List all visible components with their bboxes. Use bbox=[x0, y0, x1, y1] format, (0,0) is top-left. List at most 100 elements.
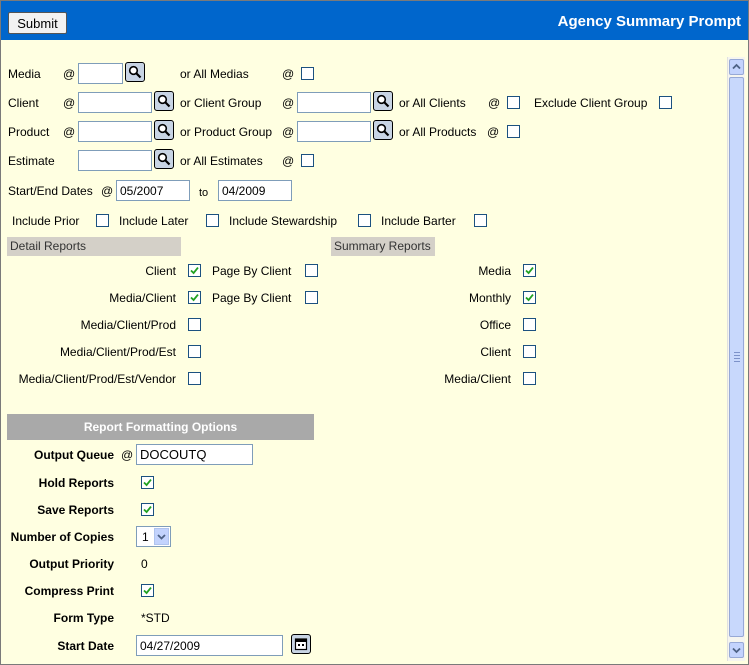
include-prior-checkbox[interactable] bbox=[96, 214, 109, 227]
summary-client-label: Client bbox=[480, 345, 511, 359]
check-icon bbox=[190, 294, 199, 302]
output-queue-input[interactable] bbox=[136, 444, 253, 465]
chevron-down-icon bbox=[732, 647, 741, 654]
all-medias-checkbox[interactable] bbox=[301, 67, 314, 80]
detail-media-client-checkbox[interactable] bbox=[188, 291, 201, 304]
all-estimates-checkbox[interactable] bbox=[301, 154, 314, 167]
summary-media-checkbox[interactable] bbox=[523, 264, 536, 277]
media-input[interactable] bbox=[78, 63, 123, 84]
header-bar: Submit Agency Summary Prompt bbox=[1, 1, 748, 40]
dates-at-symbol: @ bbox=[101, 184, 114, 198]
include-later-checkbox[interactable] bbox=[206, 214, 219, 227]
all-estimates-label: or All Estimates bbox=[180, 154, 263, 168]
all-products-checkbox[interactable] bbox=[507, 125, 520, 138]
estimate-label: Estimate bbox=[8, 154, 55, 168]
summary-media-label: Media bbox=[478, 264, 511, 278]
output-queue-at-symbol: @ bbox=[121, 448, 134, 462]
detail-client-checkbox[interactable] bbox=[188, 264, 201, 277]
start-date-label: Start Date bbox=[57, 639, 114, 653]
exclude-client-group-checkbox[interactable] bbox=[659, 96, 672, 109]
magnifier-icon bbox=[157, 94, 171, 108]
product-input[interactable] bbox=[78, 121, 152, 142]
summary-media-client-checkbox[interactable] bbox=[523, 372, 536, 385]
all-estimates-at-symbol: @ bbox=[282, 154, 295, 168]
product-lookup-button[interactable] bbox=[154, 120, 174, 140]
vertical-scrollbar[interactable] bbox=[727, 57, 745, 661]
start-period-input[interactable] bbox=[116, 180, 190, 201]
grip-line bbox=[734, 352, 740, 353]
start-date-input[interactable] bbox=[136, 635, 283, 656]
client-group-input[interactable] bbox=[297, 92, 371, 113]
summary-monthly-label: Monthly bbox=[468, 291, 511, 305]
summary-office-checkbox[interactable] bbox=[523, 318, 536, 331]
submit-button[interactable]: Submit bbox=[8, 12, 67, 34]
summary-media-client-label: Media/Client bbox=[444, 372, 511, 386]
start-date-calendar-button[interactable] bbox=[291, 634, 311, 654]
check-icon bbox=[525, 267, 534, 275]
magnifier-icon bbox=[376, 123, 390, 137]
all-clients-checkbox[interactable] bbox=[507, 96, 520, 109]
magnifier-icon bbox=[157, 123, 171, 137]
detail-media-client-prod-est-vendor-checkbox[interactable] bbox=[188, 372, 201, 385]
include-barter-label: Include Barter bbox=[381, 214, 456, 228]
scroll-down-button[interactable] bbox=[729, 642, 744, 658]
hold-reports-checkbox[interactable] bbox=[141, 476, 154, 489]
all-clients-label: or All Clients bbox=[399, 96, 466, 110]
product-group-lookup-button[interactable] bbox=[373, 120, 393, 140]
detail-media-client-page-by-client-label: Page By Client bbox=[212, 291, 292, 305]
summary-monthly-checkbox[interactable] bbox=[523, 291, 536, 304]
check-icon bbox=[143, 587, 152, 595]
grip-line bbox=[734, 361, 740, 362]
summary-reports-header: Summary Reports bbox=[331, 237, 435, 256]
to-label: to bbox=[199, 187, 209, 199]
page-title: Agency Summary Prompt bbox=[557, 13, 741, 30]
media-lookup-button[interactable] bbox=[125, 62, 145, 82]
client-lookup-button[interactable] bbox=[154, 91, 174, 111]
summary-client-checkbox[interactable] bbox=[523, 345, 536, 358]
estimate-lookup-button[interactable] bbox=[154, 149, 174, 169]
include-barter-checkbox[interactable] bbox=[474, 214, 487, 227]
detail-media-client-label: Media/Client bbox=[109, 291, 176, 305]
detail-media-client-prod-checkbox[interactable] bbox=[188, 318, 201, 331]
form-type-value: *STD bbox=[141, 611, 170, 625]
media-label: Media bbox=[8, 67, 41, 81]
check-icon bbox=[143, 479, 152, 487]
detail-media-client-prod-est-vendor-label: Media/Client/Prod/Est/Vendor bbox=[18, 372, 176, 386]
detail-media-client-prod-label: Media/Client/Prod bbox=[80, 318, 176, 332]
compress-print-checkbox[interactable] bbox=[141, 584, 154, 597]
include-later-label: Include Later bbox=[119, 214, 189, 228]
scroll-up-button[interactable] bbox=[729, 59, 744, 75]
client-at-symbol: @ bbox=[63, 96, 76, 110]
report-formatting-options-header: Report Formatting Options bbox=[7, 414, 314, 440]
detail-reports-header: Detail Reports bbox=[7, 237, 181, 256]
magnifier-icon bbox=[376, 94, 390, 108]
detail-media-client-page-by-client-checkbox[interactable] bbox=[305, 291, 318, 304]
number-of-copies-label: Number of Copies bbox=[10, 530, 114, 544]
compress-print-label: Compress Print bbox=[24, 584, 114, 598]
include-stewardship-checkbox[interactable] bbox=[358, 214, 371, 227]
product-at-symbol: @ bbox=[63, 125, 76, 139]
scroll-thumb[interactable] bbox=[729, 77, 744, 637]
detail-media-client-prod-est-checkbox[interactable] bbox=[188, 345, 201, 358]
all-products-at-symbol: @ bbox=[487, 125, 500, 139]
grip-line bbox=[734, 355, 740, 356]
estimate-input[interactable] bbox=[78, 150, 152, 171]
magnifier-icon bbox=[157, 152, 171, 166]
prompt-form: Media @ or All Medias @ Client @ or Clie… bbox=[1, 40, 727, 664]
magnifier-icon bbox=[128, 65, 142, 79]
exclude-client-group-label: Exclude Client Group bbox=[534, 96, 648, 110]
chevron-up-icon bbox=[732, 63, 741, 70]
check-icon bbox=[190, 267, 199, 275]
detail-client-page-by-client-checkbox[interactable] bbox=[305, 264, 318, 277]
save-reports-label: Save Reports bbox=[37, 503, 114, 517]
hold-reports-label: Hold Reports bbox=[38, 476, 114, 490]
client-group-lookup-button[interactable] bbox=[373, 91, 393, 111]
form-type-label: Form Type bbox=[53, 611, 114, 625]
dropdown-arrow-icon[interactable] bbox=[154, 528, 169, 545]
end-period-input[interactable] bbox=[218, 180, 292, 201]
save-reports-checkbox[interactable] bbox=[141, 503, 154, 516]
client-input[interactable] bbox=[78, 92, 152, 113]
check-icon bbox=[525, 294, 534, 302]
number-of-copies-select[interactable]: 1 bbox=[136, 526, 171, 547]
product-group-input[interactable] bbox=[297, 121, 371, 142]
